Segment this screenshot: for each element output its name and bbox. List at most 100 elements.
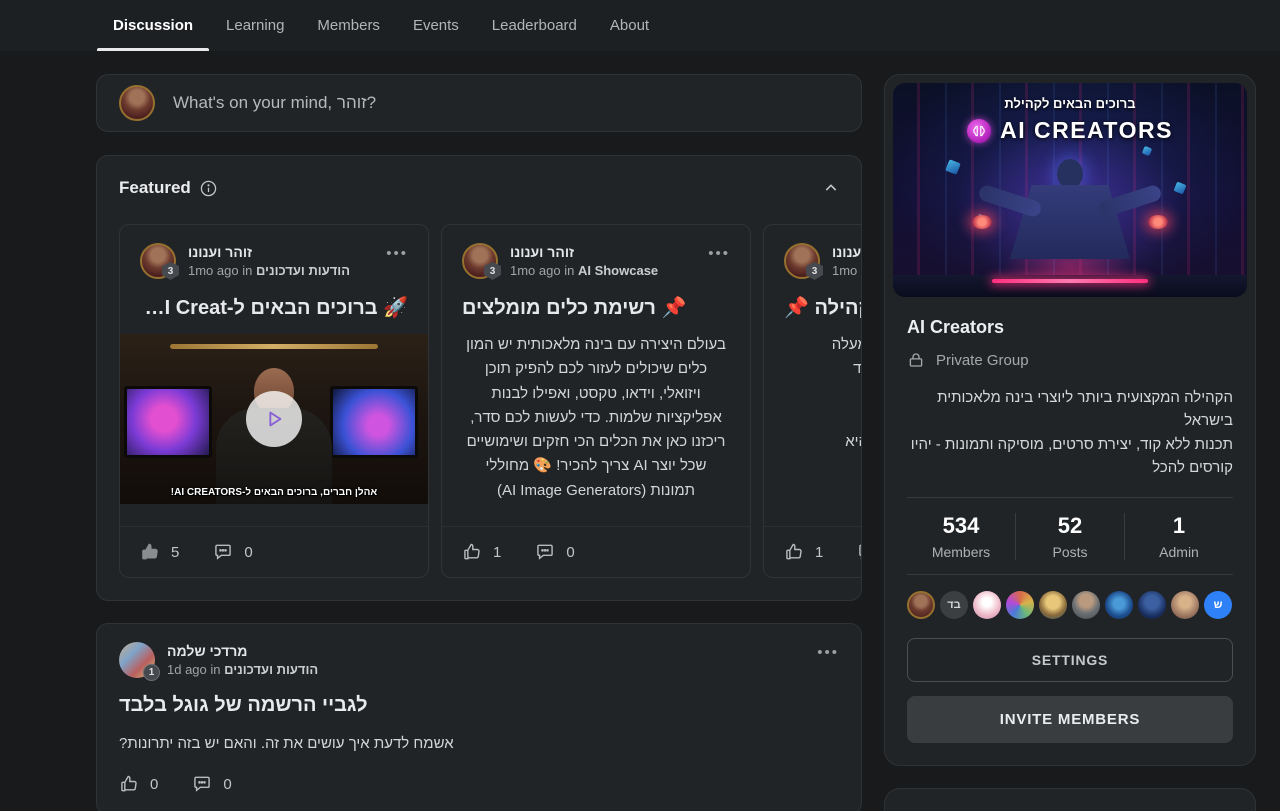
post-title[interactable]: לגביי הרשמה של גוגל בלבד	[119, 694, 839, 717]
group-description: הקהילה המקצועית ביותר ליוצרי בינה מלאכות…	[907, 386, 1233, 479]
like-count: 5	[171, 544, 179, 561]
more-options-icon[interactable]: •••	[708, 245, 730, 262]
member-avatars-row: בד ש	[907, 574, 1233, 619]
tab-learning[interactable]: Learning	[226, 0, 284, 51]
post-meta: 1mo ago in הודעות ועדכונים	[188, 263, 350, 278]
video-caption: אהלן חברים, ברוכים הבאים ל-AI CREATORS!	[120, 487, 428, 498]
comment-button[interactable]: 0	[857, 542, 861, 562]
stat-members[interactable]: 534 Members	[907, 513, 1015, 560]
level-badge: 1	[143, 664, 160, 681]
member-avatar[interactable]	[1072, 591, 1100, 619]
member-avatar[interactable]	[1105, 591, 1133, 619]
monitor-left	[124, 386, 212, 458]
group-name: AI Creators	[907, 317, 1233, 338]
more-options-icon[interactable]: •••	[817, 644, 839, 661]
level-badge: 3	[484, 262, 501, 280]
like-button[interactable]: 5	[140, 542, 179, 562]
space-name[interactable]: הודעות ועדכונים	[224, 662, 318, 677]
studio-light	[170, 344, 378, 349]
tab-discussion[interactable]: Discussion	[113, 0, 193, 51]
stat-label: Admin	[1125, 544, 1233, 560]
banner-brand-row: AI CREATORS	[893, 117, 1247, 144]
more-options-icon[interactable]: •••	[386, 245, 408, 262]
feed-column: What's on your mind, זוהר? Featured	[96, 74, 862, 811]
space-name[interactable]: הודעות ועדכונים	[256, 263, 350, 278]
tab-about[interactable]: About	[610, 0, 649, 51]
stat-label: Members	[907, 544, 1015, 560]
member-avatar[interactable]	[1039, 591, 1067, 619]
featured-section: Featured 3	[96, 155, 862, 601]
author-name[interactable]: מרדכי שלמה	[167, 643, 318, 659]
post-meta: 1mo ago in הודעות ועדכונים	[832, 263, 861, 278]
top-navigation: Discussion Learning Members Events Leade…	[0, 0, 1280, 51]
composer-prompt: What's on your mind, זוהר?	[173, 93, 376, 113]
comment-button[interactable]: 0	[535, 542, 574, 562]
member-avatar[interactable]	[1171, 591, 1199, 619]
member-avatar[interactable]	[1138, 591, 1166, 619]
like-button[interactable]: 1	[462, 542, 501, 562]
member-avatar[interactable]	[973, 591, 1001, 619]
play-button-icon[interactable]	[246, 391, 302, 447]
featured-card-tools[interactable]: 3 זוהר וענונו 1mo ago in AI Showcase •••…	[441, 224, 751, 578]
author-name[interactable]: זוהר וענונו	[832, 244, 861, 260]
member-avatar-initials[interactable]: בד	[940, 591, 968, 619]
comment-count: 0	[244, 544, 252, 561]
author-avatar[interactable]: 3	[140, 243, 176, 279]
like-count: 1	[493, 544, 501, 561]
settings-button[interactable]: SETTINGS	[907, 638, 1233, 682]
monitor-right	[330, 386, 418, 458]
like-button[interactable]: 1	[784, 542, 823, 562]
tab-members[interactable]: Members	[317, 0, 380, 51]
banner-figure	[970, 159, 1170, 279]
video-thumbnail[interactable]: אהלן חברים, ברוכים הבאים ל-AI CREATORS!	[120, 334, 428, 504]
level-badge: 3	[806, 262, 823, 280]
banner-brand-text: AI CREATORS	[1000, 117, 1173, 144]
feed-post[interactable]: 1 מרדכי שלמה 1d ago in הודעות ועדכונים •…	[96, 623, 862, 811]
author-avatar[interactable]: 3	[784, 243, 820, 279]
info-icon[interactable]	[200, 180, 217, 197]
invite-members-button[interactable]: INVITE MEMBERS	[907, 696, 1233, 743]
group-sidebar: ברוכים הבאים לקהילת AI CREATORS AI Creat…	[884, 74, 1256, 811]
author-avatar[interactable]: 1	[119, 642, 155, 678]
privacy-label: Private Group	[936, 352, 1029, 369]
brain-logo-icon	[967, 119, 991, 143]
group-info-card: ברוכים הבאים לקהילת AI CREATORS AI Creat…	[884, 74, 1256, 766]
stat-posts[interactable]: 52 Posts	[1015, 513, 1124, 560]
post-meta: 1mo ago in AI Showcase	[510, 263, 658, 278]
post-time: 1mo ago in	[832, 263, 861, 278]
banner-keyboard-glow	[992, 279, 1148, 283]
group-banner-image[interactable]: ברוכים הבאים לקהילת AI CREATORS	[893, 83, 1247, 297]
featured-post-body: ✅ רוצים להתמצא? למעלה תוכלו להיכנס ל עמו…	[784, 333, 861, 503]
post-composer[interactable]: What's on your mind, זוהר?	[96, 74, 862, 132]
post-time: 1mo ago in	[510, 263, 574, 278]
stat-value: 534	[907, 513, 1015, 539]
stat-admin[interactable]: 1 Admin	[1124, 513, 1233, 560]
tab-leaderboard[interactable]: Leaderboard	[492, 0, 577, 51]
comment-count: 0	[223, 776, 231, 793]
featured-post-title[interactable]: חוקי הקהילה 📌	[784, 295, 861, 320]
like-count: 1	[815, 544, 823, 561]
featured-card-rules[interactable]: 3 זוהר וענונו 1mo ago in הודעות ועדכונים…	[763, 224, 861, 578]
author-name[interactable]: זוהר וענונו	[510, 244, 658, 260]
post-time: 1mo ago in	[188, 263, 252, 278]
author-avatar[interactable]: 3	[462, 243, 498, 279]
featured-post-title[interactable]: 📌 רשימת כלים מומלצים	[462, 295, 730, 320]
featured-post-title[interactable]: 🚀 ברוכים הבאים ל-AI Creat…	[140, 295, 408, 320]
tab-events[interactable]: Events	[413, 0, 459, 51]
member-avatar[interactable]	[907, 591, 935, 619]
post-meta: 1d ago in הודעות ועדכונים	[167, 662, 318, 677]
comment-button[interactable]: 0	[213, 542, 252, 562]
space-name[interactable]: AI Showcase	[578, 263, 658, 278]
featured-cards-row: 3 זוהר וענונו 1mo ago in הודעות ועדכונים…	[119, 224, 861, 578]
featured-post-body: בעולם היצירה עם בינה מלאכותית יש המון כל…	[462, 333, 730, 503]
featured-card-welcome[interactable]: 3 זוהר וענונו 1mo ago in הודעות ועדכונים…	[119, 224, 429, 578]
collapse-chevron-up-icon[interactable]	[823, 180, 839, 196]
member-avatar[interactable]	[1006, 591, 1034, 619]
comment-button[interactable]: 0	[192, 774, 231, 794]
author-name[interactable]: זוהר וענונו	[188, 244, 350, 260]
current-user-avatar	[119, 85, 155, 121]
member-avatar-initials[interactable]: ש	[1204, 591, 1232, 619]
featured-title: Featured	[119, 178, 191, 198]
group-stats: 534 Members 52 Posts 1 Admin	[907, 497, 1233, 574]
like-button[interactable]: 0	[119, 774, 158, 794]
